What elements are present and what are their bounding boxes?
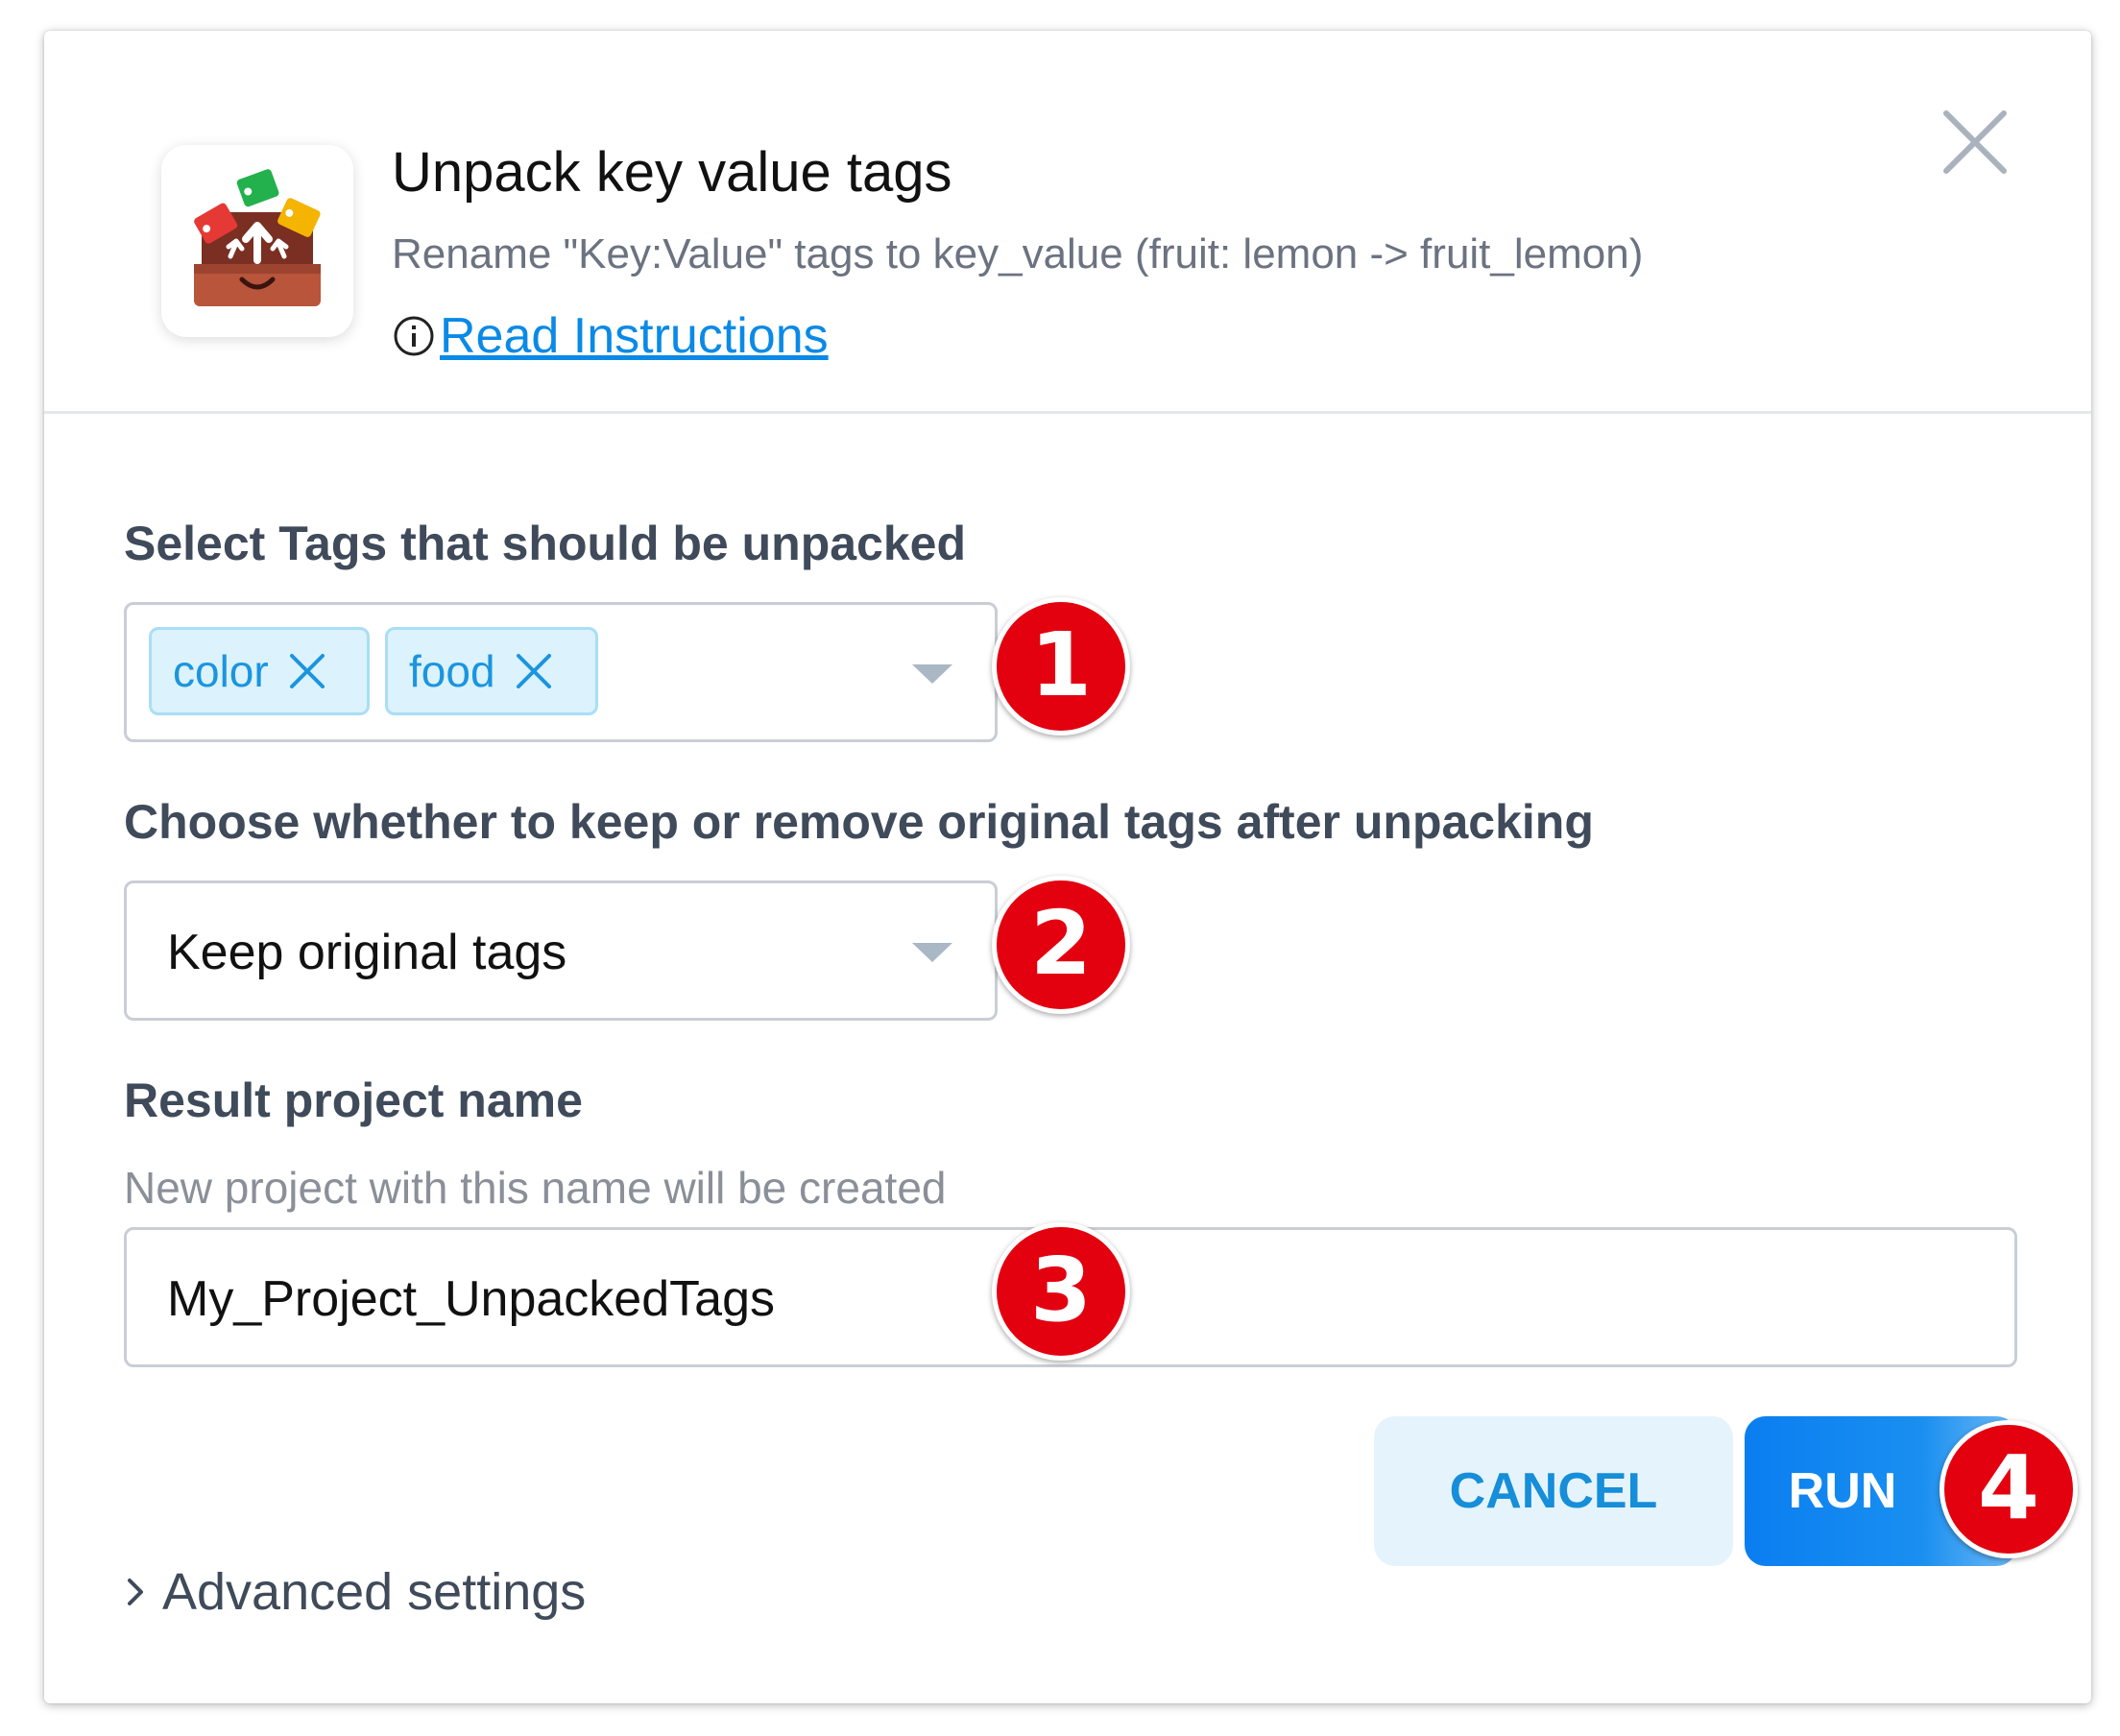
- project-name-value: My_Project_UnpackedTags: [167, 1271, 775, 1327]
- info-icon: [394, 316, 434, 356]
- close-icon[interactable]: [1940, 108, 2010, 177]
- unpack-box-icon: [194, 169, 321, 306]
- keep-field-label: Choose whether to keep or remove origina…: [124, 795, 1594, 849]
- project-field-hint: New project with this name will be creat…: [124, 1163, 947, 1213]
- tag-chip-food: food: [385, 627, 598, 715]
- tag-chip-color: color: [149, 627, 370, 715]
- step-badge-1: 1: [992, 597, 1130, 735]
- chevron-right-icon: [128, 1579, 143, 1605]
- read-instructions-link[interactable]: Read Instructions: [392, 307, 829, 365]
- app-icon: [161, 145, 353, 337]
- advanced-settings-toggle[interactable]: Advanced settings: [124, 1562, 586, 1622]
- keep-tags-value: Keep original tags: [167, 925, 567, 980]
- dialog: Unpack key value tags Rename "Key:Value"…: [44, 31, 2091, 1703]
- tags-select[interactable]: color food: [124, 602, 998, 742]
- step-badge-2: 2: [992, 876, 1130, 1014]
- chevron-down-icon[interactable]: [910, 941, 954, 964]
- tags-field-label: Select Tags that should be unpacked: [124, 517, 967, 570]
- step-badge-4: 4: [1939, 1420, 2078, 1558]
- dialog-header: Unpack key value tags Rename "Key:Value"…: [44, 31, 2091, 414]
- tag-chip-label: color: [173, 646, 269, 696]
- project-field-label: Result project name: [124, 1073, 583, 1127]
- read-instructions-label[interactable]: Read Instructions: [440, 307, 829, 365]
- dialog-subtitle: Rename "Key:Value" tags to key_value (fr…: [392, 230, 1644, 277]
- remove-tag-icon[interactable]: [513, 650, 555, 692]
- keep-tags-select[interactable]: Keep original tags: [124, 880, 998, 1021]
- cancel-button[interactable]: CANCEL: [1374, 1416, 1733, 1566]
- dialog-title: Unpack key value tags: [392, 141, 952, 204]
- tag-chip-label: food: [409, 646, 495, 696]
- step-badge-3: 3: [992, 1222, 1130, 1361]
- remove-tag-icon[interactable]: [286, 650, 328, 692]
- chevron-down-icon[interactable]: [910, 663, 954, 686]
- advanced-settings-label: Advanced settings: [162, 1563, 587, 1621]
